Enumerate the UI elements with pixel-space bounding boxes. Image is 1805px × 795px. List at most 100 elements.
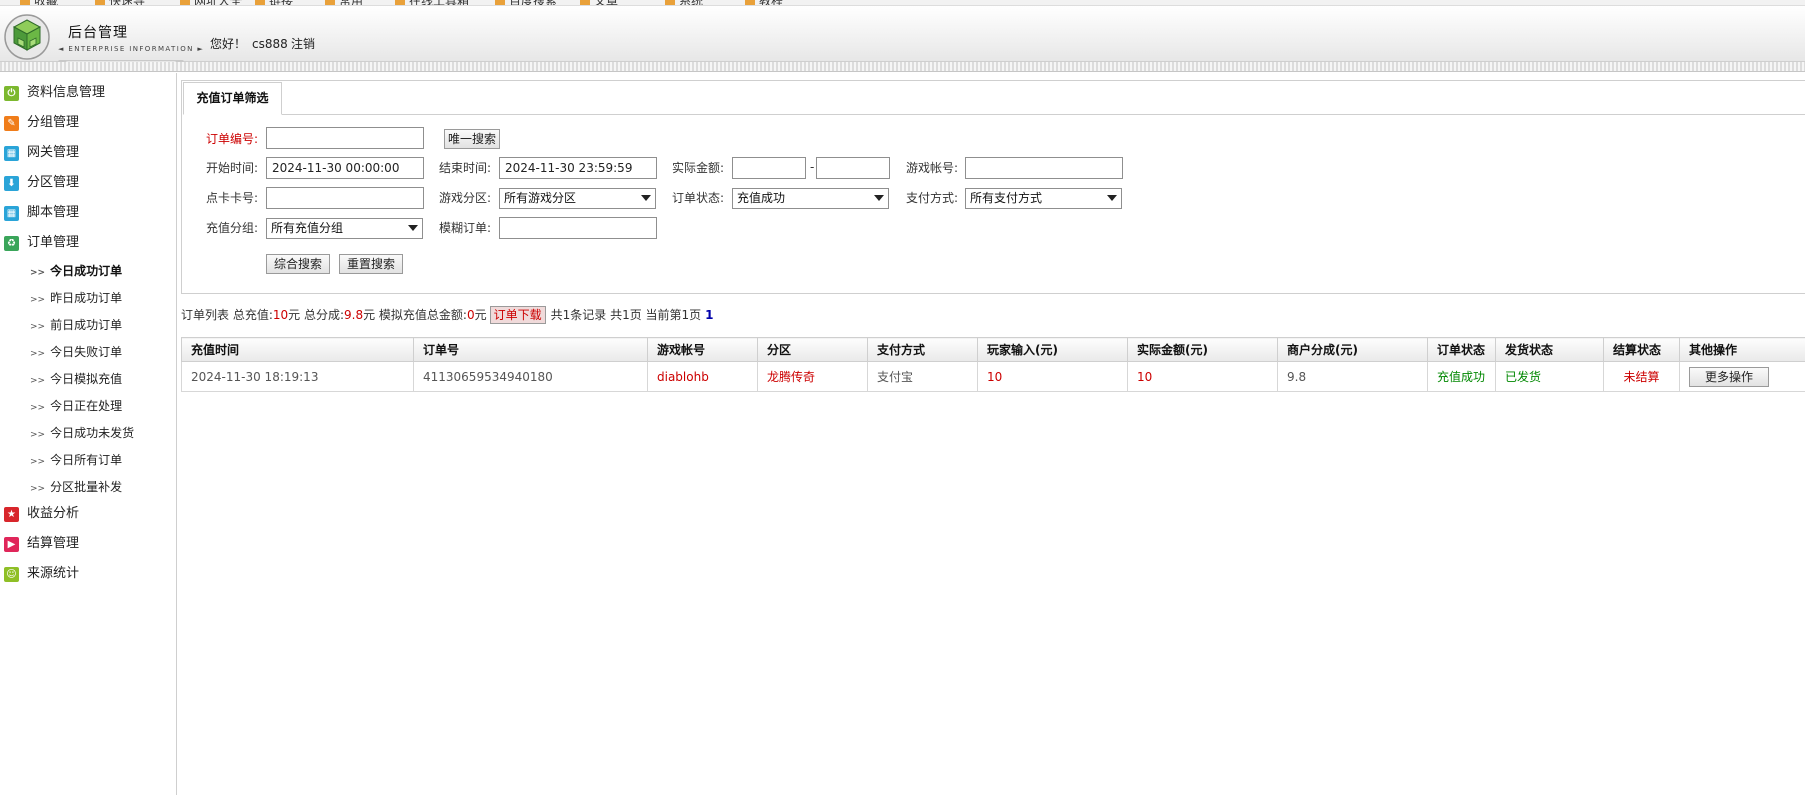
sidebar-item-label: 结算管理 — [27, 536, 80, 551]
double-chevron-icon: >> — [30, 484, 46, 494]
sidebar-item[interactable]: ♻ 订单管理 — [0, 231, 176, 255]
power-icon: ⏻ — [4, 86, 19, 101]
chevron-down-icon — [408, 225, 418, 231]
order-status-select[interactable]: 充值成功 — [732, 188, 889, 209]
game-zone-value: 所有游戏分区 — [504, 191, 577, 205]
fuzzy-order-label: 模糊订单: — [439, 221, 492, 235]
unique-search-button[interactable]: 唯一搜索 — [444, 129, 500, 149]
combined-search-button[interactable]: 综合搜索 — [266, 254, 330, 274]
column-header: 充值时间 — [181, 337, 414, 362]
cell-actual: 10 — [1127, 361, 1278, 392]
sidebar-subitem[interactable]: >> 今日成功订单 — [30, 261, 122, 281]
simulated-total: 0 — [466, 308, 475, 322]
sidebar-subitem[interactable]: >> 今日模拟充值 — [30, 369, 122, 389]
summary-unit-1: 元 总分成: — [288, 308, 344, 322]
double-chevron-icon: >> — [30, 376, 46, 386]
summary-unit-3: 元 — [474, 308, 487, 322]
sidebar-item[interactable]: ✎ 分组管理 — [0, 111, 176, 135]
header: 后台管理 ◄ ENTERPRISE INFORMATION ► 您好！ cs888… — [0, 6, 1805, 65]
chevron-down-icon — [1107, 195, 1117, 201]
order-no-input[interactable] — [266, 127, 424, 149]
sidebar-subitem-label: 今日失败订单 — [50, 345, 123, 359]
cell-ship: 已发货 — [1495, 361, 1604, 392]
tab-order-filter[interactable]: 充值订单筛选 — [183, 82, 282, 115]
cell-time: 2024-11-30 18:19:13 — [181, 361, 414, 392]
sidebar-item[interactable]: ▦ 网关管理 — [0, 141, 176, 165]
amount-min-input[interactable] — [732, 157, 806, 179]
column-header: 其他操作 — [1679, 337, 1805, 362]
card-no-label: 点卡卡号: — [206, 191, 259, 205]
pencil-icon: ✎ — [4, 116, 19, 131]
sidebar-subitem-label: 今日成功未发货 — [50, 426, 135, 440]
order-status-value: 充值成功 — [737, 191, 786, 205]
payment-method-select[interactable]: 所有支付方式 — [965, 188, 1122, 209]
cell-status: 充值成功 — [1427, 361, 1496, 392]
total-recharge: 10 — [272, 308, 289, 322]
game-account-input[interactable] — [965, 157, 1123, 179]
actual-amount-label: 实际金额: — [672, 161, 725, 175]
double-chevron-icon: >> — [30, 403, 46, 413]
sidebar-subitem[interactable]: >> 今日失败订单 — [30, 342, 122, 362]
cell-account: diablohb — [647, 361, 758, 392]
chevron-down-icon — [641, 195, 651, 201]
recharge-group-label: 充值分组: — [206, 221, 259, 235]
cell-settle: 未结算 — [1603, 361, 1680, 392]
double-chevron-icon: >> — [30, 268, 46, 278]
page-link-1[interactable]: 1 — [705, 308, 713, 322]
app-title: 后台管理 — [68, 25, 128, 41]
grid-icon: ▦ — [4, 206, 19, 221]
sidebar-subitem[interactable]: >> 前日成功订单 — [30, 315, 122, 335]
summary-unit-2: 元 模拟充值总金额: — [363, 308, 467, 322]
amount-max-input[interactable] — [816, 157, 890, 179]
double-chevron-icon: >> — [30, 295, 46, 305]
more-actions-button[interactable]: 更多操作 — [1689, 366, 1769, 387]
game-account-label: 游戏帐号: — [906, 161, 959, 175]
sidebar-item-label: 资料信息管理 — [27, 85, 106, 100]
sidebar-item[interactable]: ⏻ 资料信息管理 — [0, 81, 176, 105]
column-header: 支付方式 — [867, 337, 978, 362]
sidebar-item[interactable]: ▶ 结算管理 — [0, 532, 176, 556]
greeting-text: 您好！ — [210, 37, 247, 51]
column-header: 发货状态 — [1495, 337, 1604, 362]
cell-order-no: 41130659534940180 — [413, 361, 648, 392]
sidebar-subitem[interactable]: >> 今日正在处理 — [30, 396, 122, 416]
recharge-group-select[interactable]: 所有充值分组 — [266, 218, 423, 239]
column-header: 分区 — [757, 337, 868, 362]
sidebar: ⏻ 资料信息管理 ✎ 分组管理 ▦ 网关管理 ⬇ 分区管理 ▦ 脚本管理 ♻ 订单管理 >> 今日成功订单… — [0, 73, 177, 795]
sidebar-item-label: 收益分析 — [27, 506, 80, 521]
double-chevron-icon: >> — [30, 457, 46, 467]
order-download-button[interactable]: 订单下载 — [489, 306, 546, 324]
card-no-input[interactable] — [266, 187, 424, 209]
sidebar-subitem-label: 今日成功订单 — [50, 264, 123, 278]
reset-search-button[interactable]: 重置搜索 — [339, 254, 403, 274]
column-header: 玩家输入(元) — [977, 337, 1128, 362]
sidebar-subitem[interactable]: >> 昨日成功订单 — [30, 288, 122, 308]
start-time-label: 开始时间: — [206, 161, 259, 175]
cell-share: 9.8 — [1277, 361, 1428, 392]
greeting: 您好！ cs888 — [210, 35, 294, 52]
sidebar-item[interactable]: ⬇ 分区管理 — [0, 171, 176, 195]
sidebar-subitem[interactable]: >> 今日成功未发货 — [30, 423, 134, 443]
table-header-row: 充值时间 订单号 游戏帐号 分区 支付方式 玩家输入(元) 实际金额(元) 商户分成(元) 订单… — [181, 337, 1805, 362]
recycle-icon: ♻ — [4, 236, 19, 251]
sidebar-subitem[interactable]: >> 今日所有订单 — [30, 450, 122, 470]
orders-table: 充值时间 订单号 游戏帐号 分区 支付方式 玩家输入(元) 实际金额(元) 商户分成(元) 订单… — [181, 337, 1805, 392]
sidebar-item[interactable]: ▦ 脚本管理 — [0, 201, 176, 225]
sidebar-item-label: 网关管理 — [27, 145, 80, 160]
start-time-input[interactable] — [266, 157, 424, 179]
column-header: 结算状态 — [1603, 337, 1680, 362]
sidebar-item[interactable]: ☺ 来源统计 — [0, 562, 176, 586]
record-count: 共1条记录 共1页 当前第1页 — [550, 308, 702, 322]
star-icon: ★ — [4, 507, 19, 522]
column-header: 商户分成(元) — [1277, 337, 1428, 362]
sidebar-subitem[interactable]: >> 分区批量补发 — [30, 477, 122, 497]
logout-link[interactable]: 注销 — [291, 35, 315, 52]
end-time-input[interactable] — [499, 157, 657, 179]
logo-cube-icon — [4, 14, 50, 60]
game-zone-select[interactable]: 所有游戏分区 — [499, 188, 656, 209]
sidebar-item[interactable]: ★ 收益分析 — [0, 502, 176, 526]
smile-icon: ☺ — [4, 567, 19, 582]
cell-action: 更多操作 — [1679, 361, 1805, 392]
double-chevron-icon: >> — [30, 322, 46, 332]
fuzzy-order-input[interactable] — [499, 217, 657, 239]
